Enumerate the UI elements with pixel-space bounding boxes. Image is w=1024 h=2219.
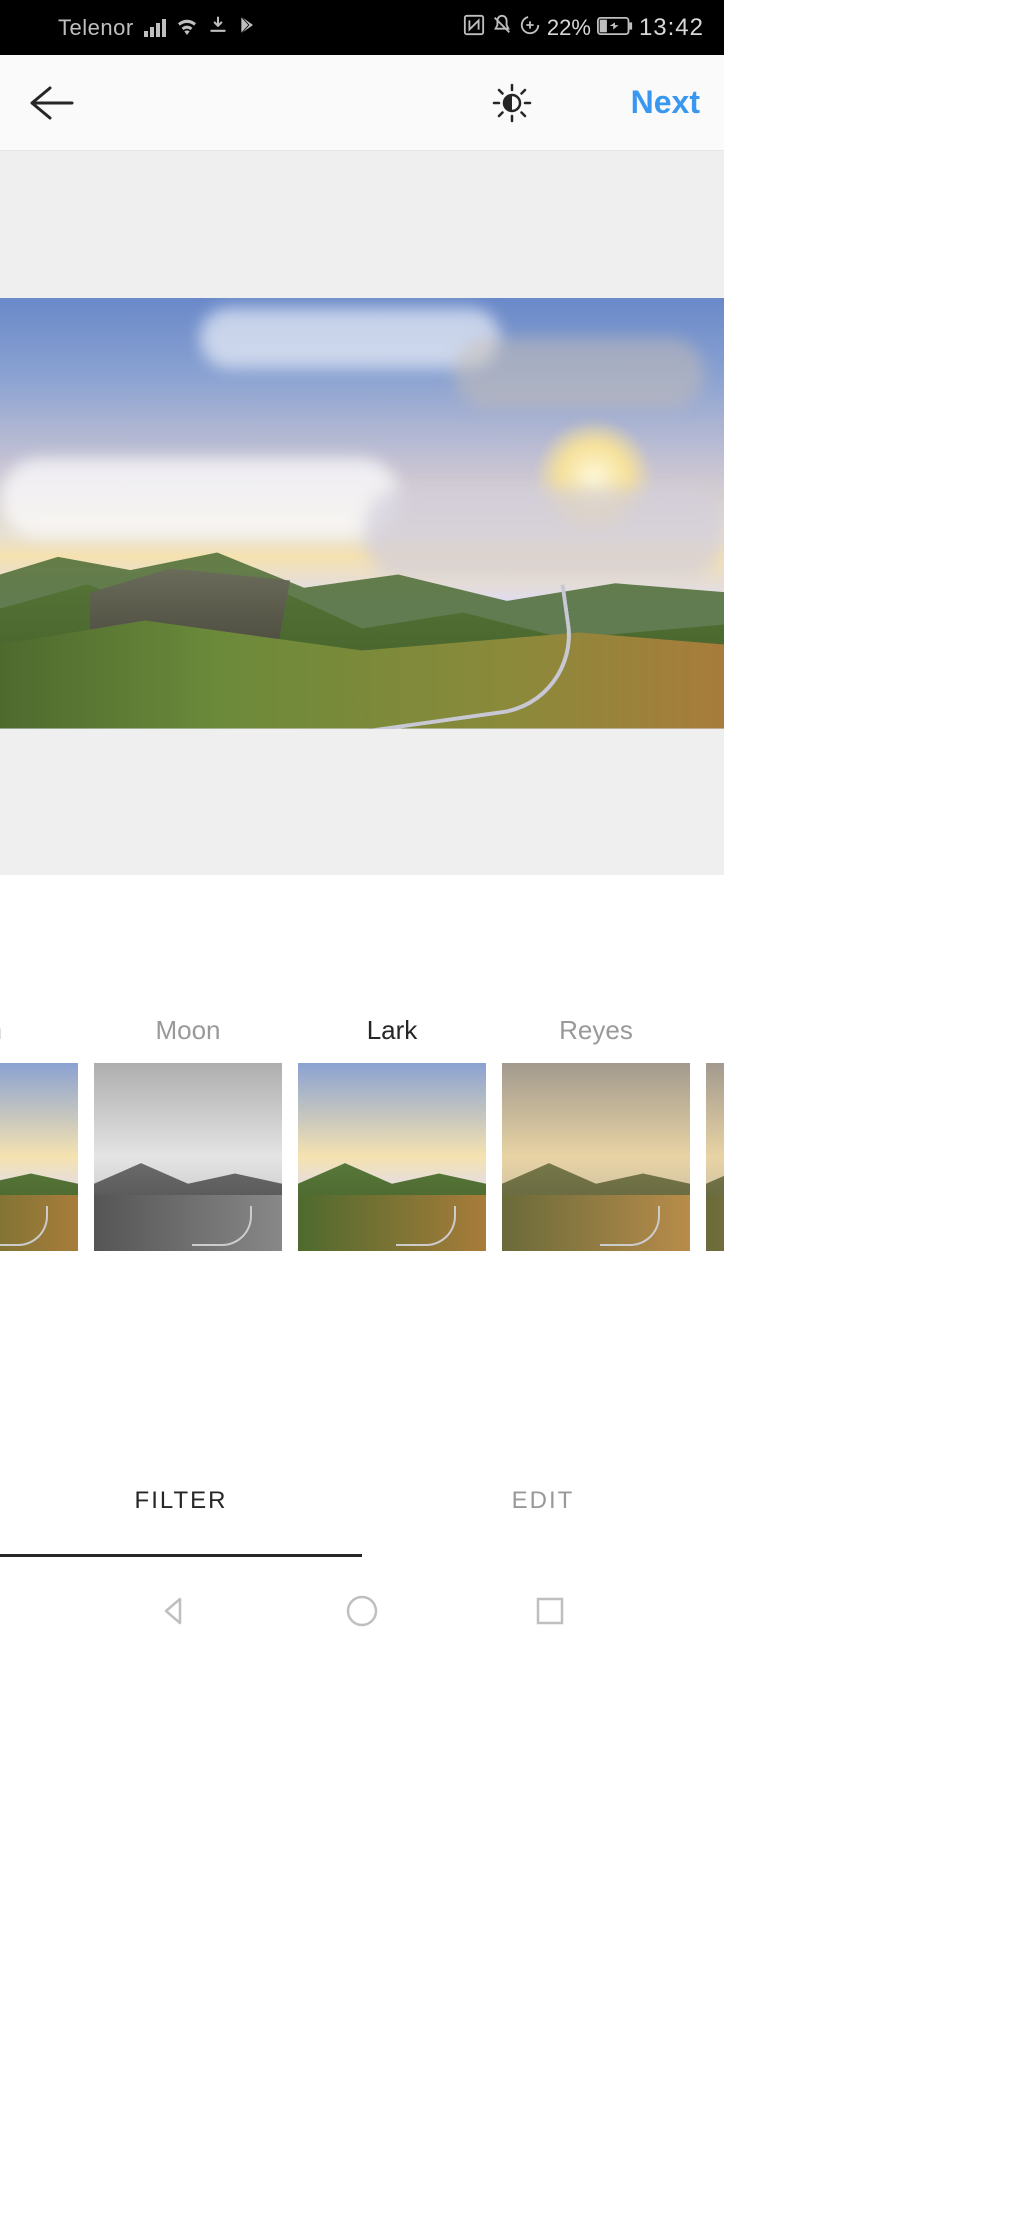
tab-filter[interactable]: FILTER	[0, 1445, 362, 1557]
tab-edit[interactable]: EDIT	[362, 1445, 724, 1557]
bottom-tabs: FILTER EDIT	[0, 1445, 724, 1557]
filter-item-moon[interactable]: Moon	[94, 1015, 282, 1251]
mute-icon	[491, 14, 513, 42]
filter-item-reyes[interactable]: Reyes	[502, 1015, 690, 1251]
preview-area	[0, 151, 724, 875]
app-header: Next	[0, 55, 724, 151]
lux-button[interactable]	[485, 76, 539, 130]
filter-label: Reyes	[502, 1015, 690, 1047]
filter-label	[706, 1015, 724, 1047]
nfc-icon	[463, 14, 485, 42]
filter-thumb	[502, 1063, 690, 1251]
filter-item-lark[interactable]: Lark	[298, 1015, 486, 1251]
filter-label: Lark	[298, 1015, 486, 1047]
nav-back-button[interactable]	[154, 1591, 194, 1631]
back-button[interactable]	[24, 76, 78, 130]
filter-label: am	[0, 1015, 78, 1047]
filter-strip[interactable]: am Moon Lark Reyes	[0, 1015, 724, 1251]
battery-icon	[597, 15, 633, 41]
filter-thumb	[94, 1063, 282, 1251]
filter-section: am Moon Lark Reyes	[0, 875, 724, 1445]
download-icon	[208, 15, 228, 41]
nav-recent-button[interactable]	[530, 1591, 570, 1631]
filter-item-gingham[interactable]: am	[0, 1015, 78, 1251]
filter-label: Moon	[94, 1015, 282, 1047]
wifi-icon	[176, 15, 198, 41]
preview-image[interactable]	[0, 298, 724, 729]
nav-home-button[interactable]	[342, 1591, 382, 1631]
play-store-icon	[238, 15, 258, 41]
filter-thumb	[298, 1063, 486, 1251]
signal-icon	[144, 19, 166, 37]
filter-thumb	[0, 1063, 78, 1251]
carrier-label: Telenor	[58, 15, 134, 41]
clock-label: 13:42	[639, 14, 704, 42]
battery-percent: 22%	[547, 15, 591, 41]
system-nav-bar	[0, 1557, 724, 1665]
filter-thumb	[706, 1063, 724, 1251]
filter-item-next[interactable]	[706, 1015, 724, 1251]
data-saver-icon	[519, 14, 541, 42]
status-bar: Telenor 22% 13:42	[0, 0, 724, 55]
next-button[interactable]: Next	[631, 84, 700, 121]
